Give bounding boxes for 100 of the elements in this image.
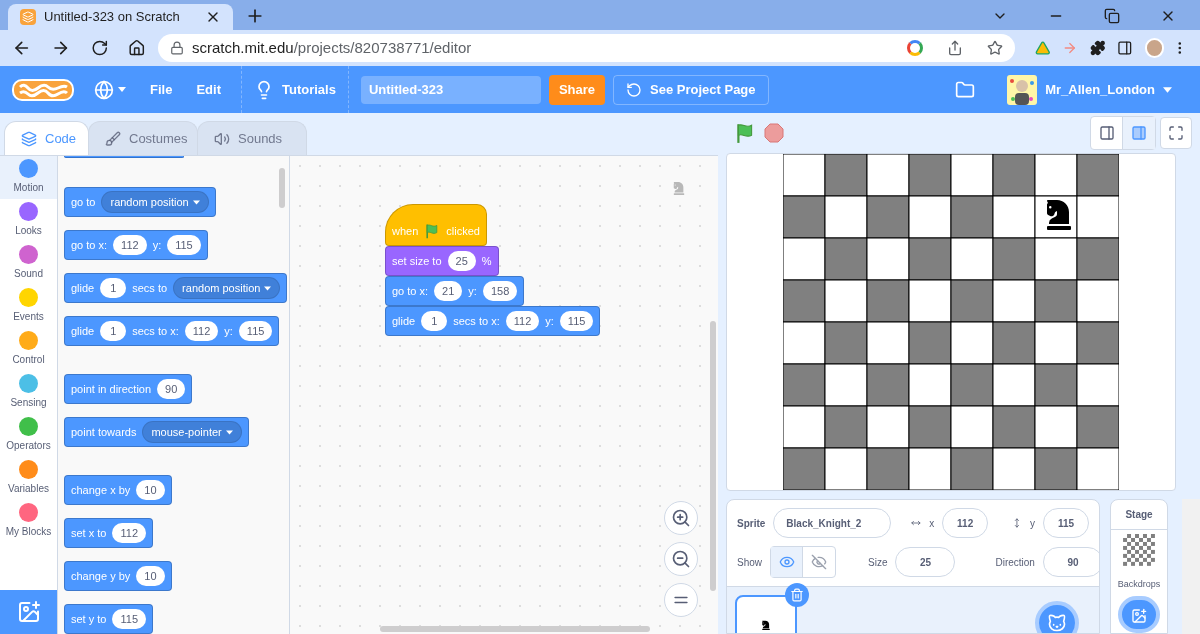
number-input[interactable]: 115 <box>167 235 201 255</box>
reload-icon[interactable] <box>90 39 109 57</box>
number-input[interactable]: 115 <box>559 311 594 331</box>
profile-avatar-icon[interactable] <box>1144 38 1165 58</box>
caret-icon[interactable] <box>264 285 272 291</box>
dropdown-field[interactable]: random position <box>173 277 281 299</box>
backdrop-thumbnail[interactable] <box>1111 529 1167 567</box>
number-input[interactable]: 90 <box>157 379 186 399</box>
number-input[interactable]: 112 <box>184 321 219 341</box>
folder-icon[interactable] <box>955 79 976 100</box>
number-input[interactable]: 1 <box>100 321 127 341</box>
number-input[interactable]: 112 <box>112 523 146 543</box>
code-block[interactable]: set y to 115 <box>64 604 153 634</box>
number-input[interactable]: 10 <box>136 566 165 586</box>
direction-field[interactable]: 90 <box>1042 547 1099 577</box>
size-label: Size <box>868 555 888 570</box>
remix-arrow-icon <box>626 81 643 98</box>
home-icon[interactable] <box>128 39 146 57</box>
backdrops-label: Backdrops <box>1117 578 1161 592</box>
block-label: % <box>481 253 492 269</box>
scrollbar[interactable] <box>380 626 650 632</box>
zoom-out-icon <box>671 549 691 569</box>
knight-icon <box>761 620 771 630</box>
delete-sprite-button[interactable] <box>785 583 809 607</box>
code-block[interactable]: glide 1 secs to x: 112 y: 115 <box>385 306 601 336</box>
add-sprite-button[interactable] <box>1035 601 1079 633</box>
add-backdrop-button[interactable] <box>1118 595 1160 633</box>
caret-icon[interactable] <box>225 429 233 435</box>
category-button[interactable]: Control <box>0 328 57 371</box>
caret-icon[interactable] <box>1163 86 1172 93</box>
bookmark-star-icon[interactable] <box>986 40 1003 56</box>
number-input[interactable]: 112 <box>505 311 540 331</box>
number-input[interactable]: 1 <box>100 278 127 298</box>
code-block[interactable]: set x to 112 <box>64 518 153 548</box>
block-label: change x by <box>71 482 131 498</box>
extensions-icon[interactable] <box>1089 40 1106 56</box>
code-area[interactable]: when clicked set size to 25 % go to x: 21 y: 158 glide 1 secs to x: 112 y: 115 <box>290 156 718 634</box>
number-input[interactable]: 115 <box>112 609 146 629</box>
scratch-logo[interactable] <box>12 77 74 102</box>
brush-icon <box>105 130 121 147</box>
zoom-in-button[interactable] <box>664 501 698 535</box>
browser-tab[interactable]: Untitled-323 on Scratch <box>8 4 233 30</box>
editor-tab[interactable]: Costumes <box>88 121 198 155</box>
number-input[interactable]: 1 <box>421 311 448 331</box>
size-field[interactable]: 25 <box>895 547 956 577</box>
language-button[interactable] <box>94 79 126 100</box>
number-input[interactable]: 112 <box>113 235 147 255</box>
side-panel-icon[interactable] <box>1117 40 1133 56</box>
normal-stage-button[interactable] <box>1123 117 1155 149</box>
fullscreen-button[interactable] <box>1160 117 1192 149</box>
code-block[interactable]: change y by 10 <box>64 561 172 591</box>
scrollbar[interactable] <box>710 321 716 591</box>
stop-button[interactable] <box>764 123 784 143</box>
number-input[interactable]: 10 <box>136 480 165 500</box>
code-block[interactable]: point towards mouse-pointer <box>64 417 249 447</box>
code-block[interactable]: set size to 25 % <box>385 246 499 276</box>
block-label: y: <box>152 237 162 253</box>
category-button[interactable]: My Blocks <box>0 500 57 543</box>
category-button[interactable]: Sensing <box>0 371 57 414</box>
number-input[interactable]: 25 <box>447 251 476 271</box>
user-avatar[interactable] <box>1007 74 1038 105</box>
x-field[interactable]: 112 <box>942 508 989 538</box>
block-label: secs to <box>132 280 168 296</box>
show-button[interactable] <box>771 547 803 577</box>
number-input[interactable]: 115 <box>238 321 273 341</box>
scrollbar[interactable] <box>279 168 285 208</box>
category-button[interactable]: Events <box>0 285 57 328</box>
category-button[interactable]: Operators <box>0 414 57 457</box>
code-block[interactable]: go to x: 21 y: 158 <box>385 276 525 306</box>
dropdown-field[interactable]: mouse-pointer <box>142 421 242 443</box>
reset-zoom-button[interactable] <box>664 583 698 617</box>
category-button[interactable]: Looks <box>0 199 57 242</box>
share-icon[interactable] <box>946 40 963 56</box>
dropdown-field[interactable]: random position <box>101 191 209 213</box>
code-block[interactable]: change x by 10 <box>64 475 172 505</box>
code-block[interactable]: go to x: 112 y: 115 <box>64 230 208 260</box>
editor-tab[interactable]: Sounds <box>197 121 307 155</box>
add-extension-button[interactable] <box>0 590 57 634</box>
stage[interactable] <box>726 153 1176 491</box>
code-block[interactable]: go to random position <box>64 187 216 217</box>
code-block[interactable]: glide 1 secs to x: 112 y: 115 <box>64 316 280 346</box>
category-button[interactable]: Sound <box>0 242 57 285</box>
y-field[interactable]: 115 <box>1043 508 1089 538</box>
block-label: change y by <box>71 568 131 584</box>
category-button[interactable]: Variables <box>0 457 57 500</box>
number-input[interactable]: 158 <box>482 281 518 301</box>
speaker-icon <box>214 130 230 147</box>
block-label: go to x: <box>71 237 108 253</box>
code-block[interactable]: point in direction 90 <box>64 374 193 404</box>
code-block[interactable]: glide 1 secs to random position <box>64 273 288 303</box>
restore-icon[interactable] <box>1104 8 1120 24</box>
fullscreen-icon <box>1168 125 1184 141</box>
block-label: set x to <box>71 525 107 541</box>
caret-icon[interactable] <box>118 87 126 92</box>
category-button[interactable]: Motion <box>0 156 57 199</box>
zoom-out-button[interactable] <box>664 542 698 576</box>
sprite-name-field[interactable]: Black_Knight_2 <box>773 508 892 538</box>
caret-icon[interactable] <box>192 199 200 205</box>
address-bar[interactable]: scratch.mit.edu/projects/820738771/editor <box>157 34 1015 62</box>
number-input[interactable]: 21 <box>434 281 463 301</box>
